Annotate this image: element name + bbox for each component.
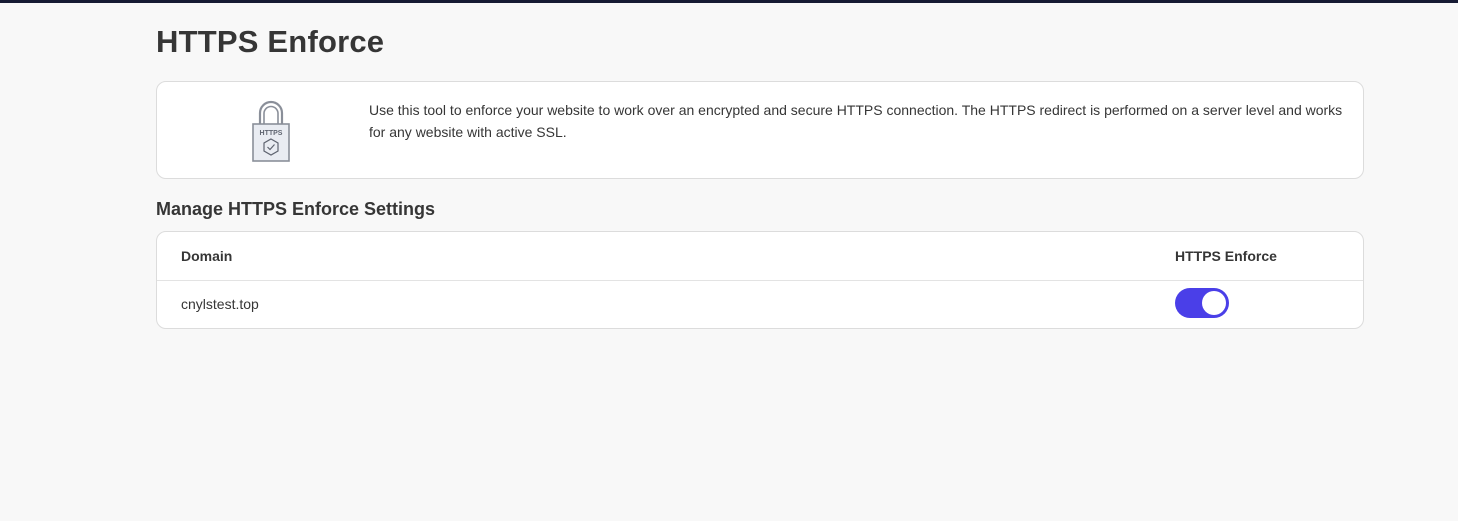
column-header-domain: Domain: [181, 248, 233, 264]
settings-section-title: Manage HTTPS Enforce Settings: [156, 199, 436, 219]
https-lock-icon: HTTPS: [252, 100, 290, 162]
settings-table: Domain HTTPS Enforce cnylstest.top: [156, 231, 1364, 329]
https-enforce-toggle[interactable]: [1175, 288, 1229, 318]
domain-cell: cnylstest.top: [181, 296, 259, 312]
info-description: Use this tool to enforce your website to…: [369, 102, 1343, 140]
top-bar: [0, 0, 1458, 3]
table-row: cnylstest.top: [157, 281, 1363, 328]
table-header: Domain HTTPS Enforce: [157, 232, 1363, 281]
column-header-https-enforce: HTTPS Enforce: [1175, 248, 1277, 264]
toggle-knob[interactable]: [1202, 291, 1226, 315]
https-lock-label: HTTPS: [260, 130, 283, 137]
info-card: HTTPS Use this tool to enforce your webs…: [156, 81, 1364, 179]
page-title: HTTPS Enforce: [156, 24, 385, 59]
